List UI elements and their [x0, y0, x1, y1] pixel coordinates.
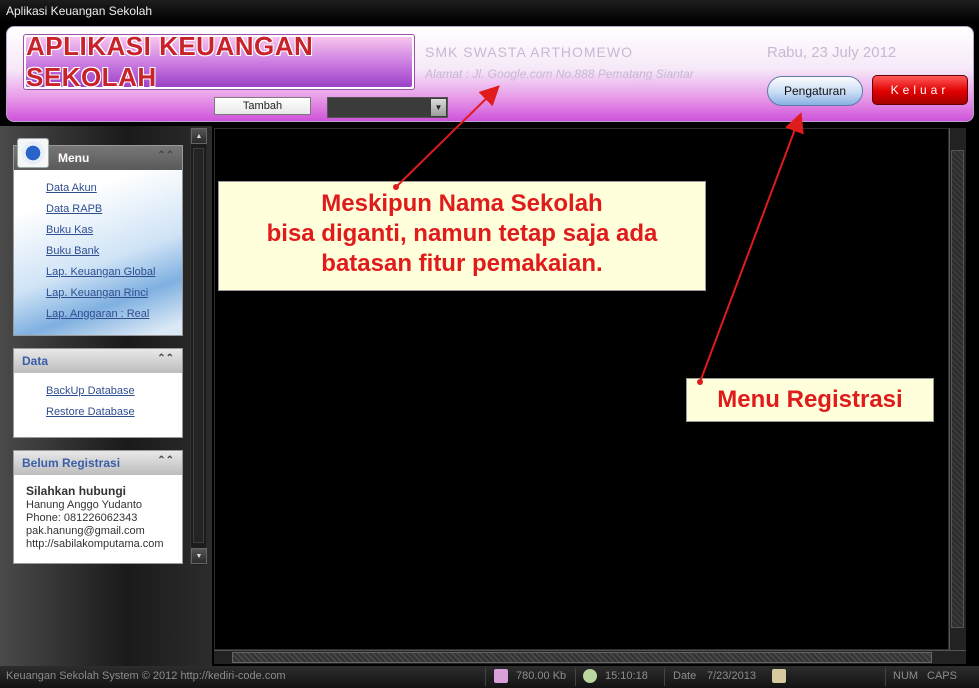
- callout-line: Menu Registrasi: [717, 386, 903, 413]
- status-separator: [575, 668, 576, 686]
- status-separator: [664, 668, 665, 686]
- sidebar-item-data-akun[interactable]: Data Akun: [46, 178, 182, 199]
- callout-line: bisa diganti, namun tetap saja ada: [266, 220, 658, 247]
- main-vertical-scrollbar[interactable]: [949, 128, 966, 650]
- window-title: Aplikasi Keuangan Sekolah: [6, 4, 153, 18]
- status-memory: 780.00 Kb: [516, 670, 567, 682]
- status-separator: [485, 668, 486, 686]
- menu-panel: Menu ⌃⌃ Data Akun Data RAPB Buku Kas Buk…: [13, 138, 183, 336]
- registration-panel-title: Belum Registrasi: [22, 456, 121, 470]
- scroll-down-icon[interactable]: ▼: [191, 548, 207, 564]
- contact-phone: Phone: 081226062343: [26, 512, 138, 524]
- status-num: NUM: [893, 670, 919, 682]
- contact-website: http://sabilakomputama.com: [26, 538, 164, 550]
- status-bar: Keuangan Sekolah System © 2012 http://ke…: [0, 666, 979, 688]
- app-logo-text: APLIKASI KEUANGAN SEKOLAH: [26, 31, 412, 92]
- status-separator: [885, 668, 886, 686]
- user-icon: [772, 669, 786, 683]
- main-horizontal-scrollbar[interactable]: [214, 650, 966, 664]
- contact-heading: Silahkan hubungi: [26, 484, 127, 498]
- registration-callout: Menu Registrasi: [686, 378, 934, 422]
- scroll-up-icon[interactable]: ▲: [191, 128, 207, 144]
- sidebar-item-lap-anggaran-real[interactable]: Lap. Anggaran : Real: [46, 304, 182, 325]
- settings-button[interactable]: Pengaturan: [767, 76, 863, 106]
- sidebar-item-lap-keuangan-global[interactable]: Lap. Keuangan Global: [46, 262, 182, 283]
- app-logo: APLIKASI KEUANGAN SEKOLAH: [23, 31, 415, 92]
- sidebar-item-lap-keuangan-rinci[interactable]: Lap. Keuangan Rinci: [46, 283, 182, 304]
- school-name-callout: Meskipun Nama Sekolah bisa diganti, namu…: [218, 181, 706, 291]
- registration-panel-header[interactable]: Belum Registrasi ⌃⌃: [14, 451, 182, 475]
- window-title-bar: Aplikasi Keuangan Sekolah: [0, 0, 979, 22]
- menu-panel-title: Menu: [58, 151, 90, 165]
- sidebar-scrollbar[interactable]: ▲ ▼: [190, 128, 207, 565]
- school-address: Alamat : Jl. Google.com No.888 Pematang …: [425, 67, 694, 81]
- collapse-icon[interactable]: ⌃⌃: [157, 455, 174, 466]
- status-date-label: Date: [673, 670, 697, 682]
- sidebar-item-data-rapb[interactable]: Data RAPB: [46, 199, 182, 220]
- data-panel: Data ⌃⌃ BackUp Database Restore Database: [13, 348, 183, 438]
- menu-panel-header[interactable]: Menu ⌃⌃: [14, 138, 182, 170]
- contact-name: Hanung Anggo Yudanto: [26, 499, 143, 511]
- collapse-icon[interactable]: ⌃⌃: [157, 150, 174, 161]
- status-caps: CAPS: [927, 670, 957, 682]
- sidebar-item-restore-database[interactable]: Restore Database: [46, 402, 182, 423]
- contact-email: pak.hanung@gmail.com: [26, 525, 145, 537]
- school-selector-combo[interactable]: ▼: [327, 97, 448, 118]
- sidebar-scroll-track[interactable]: [193, 148, 204, 543]
- sidebar-item-backup-database[interactable]: BackUp Database: [46, 381, 182, 402]
- header-date: Rabu, 23 July 2012: [767, 44, 897, 61]
- registration-panel: Belum Registrasi ⌃⌃ Silahkan hubungi Han…: [13, 450, 183, 564]
- data-panel-header[interactable]: Data ⌃⌃: [14, 349, 182, 373]
- chevron-down-icon[interactable]: ▼: [431, 99, 446, 116]
- menu-panel-body: Data Akun Data RAPB Buku Kas Buku Bank L…: [14, 170, 182, 335]
- menu-logo-icon: [17, 138, 49, 168]
- data-panel-body: BackUp Database Restore Database: [14, 373, 182, 437]
- exit-button[interactable]: Keluar: [872, 75, 968, 105]
- registration-panel-body: Silahkan hubungi Hanung Anggo Yudanto Ph…: [14, 475, 182, 563]
- main-vertical-scroll-thumb[interactable]: [951, 150, 964, 628]
- status-copyright: Keuangan Sekolah System © 2012 http://ke…: [6, 670, 286, 682]
- add-button[interactable]: Tambah: [214, 97, 311, 115]
- callout-line: batasan fitur pemakaian.: [321, 250, 603, 277]
- sidebar-item-buku-bank[interactable]: Buku Bank: [46, 241, 182, 262]
- status-time: 15:10:18: [605, 670, 648, 682]
- collapse-icon[interactable]: ⌃⌃: [157, 353, 174, 364]
- header-panel: APLIKASI KEUANGAN SEKOLAH SMK SWASTA ART…: [6, 26, 974, 122]
- data-panel-title: Data: [22, 354, 49, 368]
- status-date: 7/23/2013: [707, 670, 756, 682]
- sidebar-item-buku-kas[interactable]: Buku Kas: [46, 220, 182, 241]
- memory-icon: [494, 669, 508, 683]
- school-name: SMK SWASTA ARTHOMEWO: [425, 44, 633, 60]
- callout-line: Meskipun Nama Sekolah: [321, 190, 603, 217]
- clock-icon: [583, 669, 597, 683]
- main-horizontal-scroll-thumb[interactable]: [232, 652, 932, 663]
